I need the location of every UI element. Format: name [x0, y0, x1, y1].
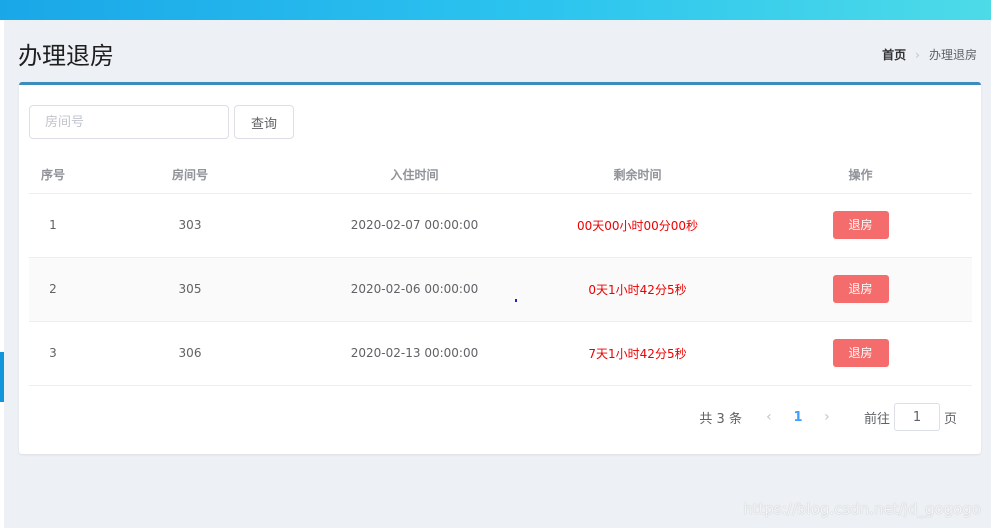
header-room: 房间号 — [77, 157, 303, 194]
page-title: 办理退房 — [18, 42, 114, 70]
cell-index: 3 — [29, 321, 77, 386]
cell-room: 306 — [77, 321, 303, 386]
watermark-text: https://blog.csdn.net/jd_gogogo — [743, 500, 981, 518]
checkout-table: 序号 房间号 入住时间 剩余时间 操作 1 303 2020-02-07 00:… — [29, 157, 972, 386]
cell-room: 305 — [77, 257, 303, 322]
header-index: 序号 — [29, 157, 77, 194]
pagination-goto-label: 前往 — [863, 411, 890, 427]
pagination-total: 共 3 条 — [699, 411, 742, 427]
table-row: 2 305 2020-02-06 00:00:00 0天1小时42分5秒 退房 — [29, 257, 972, 322]
chevron-right-icon[interactable]: › — [812, 409, 842, 425]
breadcrumb-current: 办理退房 — [928, 48, 977, 62]
checkout-card: 查询 序号 房间号 入住时间 剩余时间 操作 1 303 2020-02-07 … — [19, 82, 981, 454]
left-sidebar-edge — [0, 20, 4, 528]
pagination-goto-input[interactable] — [893, 403, 940, 431]
breadcrumb-home[interactable]: 首页 — [882, 46, 906, 63]
search-button[interactable]: 查询 — [234, 105, 294, 139]
checkout-button[interactable]: 退房 — [832, 339, 889, 367]
pagination-page-suffix: 页 — [943, 411, 957, 427]
header-remaining-time: 剩余时间 — [526, 157, 749, 194]
cell-actions: 退房 — [749, 321, 972, 386]
checkout-button[interactable]: 退房 — [832, 275, 889, 303]
cell-remaining-time: 0天1小时42分5秒 — [526, 257, 749, 322]
top-header-bar — [0, 0, 991, 20]
breadcrumb-separator-icon: › — [915, 47, 920, 62]
pagination-page-1[interactable]: 1 — [784, 410, 812, 425]
header-checkin-time: 入住时间 — [303, 157, 526, 194]
cell-checkin-time: 2020-02-07 00:00:00 — [303, 193, 526, 258]
cell-remaining-time: 7天1小时42分5秒 — [526, 321, 749, 386]
breadcrumb: 首页 › 办理退房 — [882, 46, 977, 63]
sidebar-active-indicator — [0, 352, 4, 402]
cell-checkin-time: 2020-02-13 00:00:00 — [303, 321, 526, 386]
cell-actions: 退房 — [749, 193, 972, 258]
cell-remaining-time: 00天00小时00分00秒 — [526, 193, 749, 258]
stray-cursor-dot — [515, 299, 517, 302]
cell-index: 1 — [29, 193, 77, 258]
pagination: 共 3 条 ‹ 1 › 前往 页 — [699, 403, 957, 431]
checkout-button[interactable]: 退房 — [832, 211, 889, 239]
cell-room: 303 — [77, 193, 303, 258]
table-header-row: 序号 房间号 入住时间 剩余时间 操作 — [29, 157, 972, 194]
cell-index: 2 — [29, 257, 77, 322]
cell-checkin-time: 2020-02-06 00:00:00 — [303, 257, 526, 322]
header-actions: 操作 — [749, 157, 972, 194]
table-row: 1 303 2020-02-07 00:00:00 00天00小时00分00秒 … — [29, 193, 972, 258]
chevron-left-icon[interactable]: ‹ — [754, 409, 784, 425]
room-number-input[interactable] — [29, 105, 229, 139]
table-row: 3 306 2020-02-13 00:00:00 7天1小时42分5秒 退房 — [29, 321, 972, 386]
cell-actions: 退房 — [749, 257, 972, 322]
